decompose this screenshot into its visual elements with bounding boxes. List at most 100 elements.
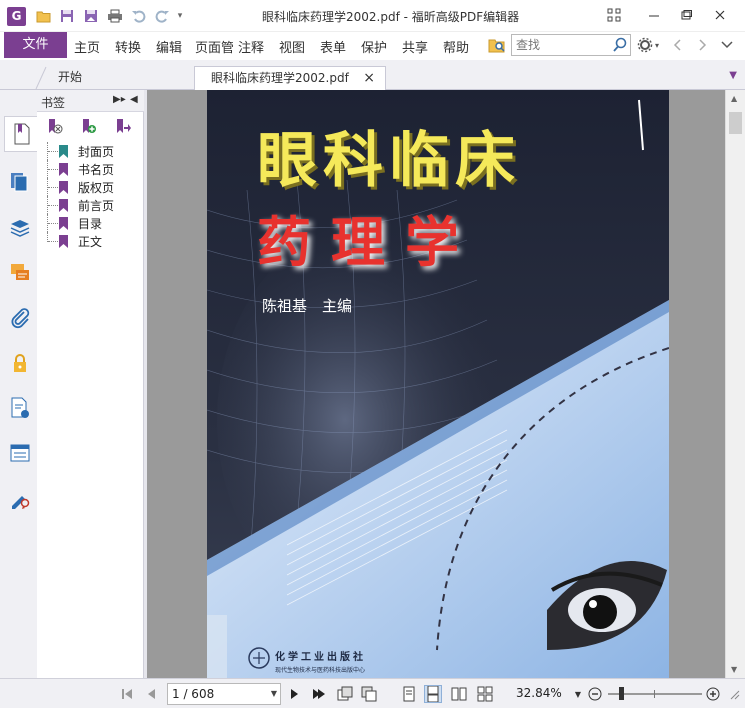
cover-title-line1: 眼科临床 xyxy=(257,126,521,196)
cover-title-line2: 药理学 xyxy=(257,211,479,274)
tab-share[interactable]: 共享 xyxy=(402,37,428,56)
resize-grip-icon[interactable] xyxy=(725,685,743,703)
redo-icon[interactable] xyxy=(153,7,171,25)
undo-icon[interactable] xyxy=(130,7,148,25)
navigation-rail xyxy=(0,90,39,678)
pdf-page[interactable]: 眼科临床 药理学 陈祖基 主编 化学工业出版社 现代生物技术与医药科技出版中心 xyxy=(207,90,669,678)
zoom-out-icon[interactable] xyxy=(586,685,604,703)
previous-view-icon[interactable] xyxy=(336,685,354,703)
tab-protect[interactable]: 保护 xyxy=(361,37,387,56)
zoom-in-icon[interactable] xyxy=(704,685,722,703)
layout-grid-icon[interactable] xyxy=(600,4,628,26)
customize-toolbar-icon[interactable]: ▾ xyxy=(174,7,186,25)
bookmark-item[interactable]: 前言页 xyxy=(47,196,114,214)
tab-form[interactable]: 表单 xyxy=(320,37,346,56)
tab-list-dropdown-icon[interactable]: ▼ xyxy=(729,70,737,81)
search-input[interactable] xyxy=(512,35,610,55)
tab-document[interactable]: 眼科临床药理学2002.pdf × xyxy=(194,66,386,90)
tab-document-label: 眼科临床药理学2002.pdf xyxy=(211,71,349,85)
cover-author: 陈祖基 主编 xyxy=(262,297,353,315)
open-folder-icon[interactable] xyxy=(35,7,53,25)
page-number-input[interactable] xyxy=(168,684,264,704)
previous-page-icon[interactable] xyxy=(142,685,160,703)
file-tab[interactable]: 文件 xyxy=(4,32,67,58)
bookmark-panel-header: 书签 ▶▸ ◀ xyxy=(37,90,144,112)
restore-button[interactable] xyxy=(672,4,700,26)
bookmark-panel: 书签 ▶▸ ◀ 封面页 书名页 版权页 前言页 目录 正文 xyxy=(37,90,144,678)
zoom-dropdown-icon[interactable]: ▼ xyxy=(572,685,584,703)
bookmark-item[interactable]: 版权页 xyxy=(47,178,114,196)
bookmark-label: 版权页 xyxy=(78,180,115,195)
tab-comment[interactable]: 注释 xyxy=(238,37,264,56)
form-fields-panel-icon[interactable] xyxy=(4,435,36,471)
bookmark-flag-icon xyxy=(59,180,68,194)
gear-dropdown-icon[interactable]: ▾ xyxy=(652,36,662,54)
find-folder-icon[interactable] xyxy=(488,36,506,54)
first-page-icon[interactable] xyxy=(118,685,136,703)
bookmark-tree: 封面页 书名页 版权页 前言页 目录 正文 xyxy=(47,142,114,250)
scroll-up-icon[interactable]: ▲ xyxy=(731,94,737,103)
next-page-icon[interactable] xyxy=(286,685,304,703)
close-tab-icon[interactable]: × xyxy=(363,67,375,89)
bookmark-panel-title: 书签 xyxy=(41,96,66,110)
document-properties-icon[interactable] xyxy=(4,390,36,426)
app-logo-icon[interactable]: G xyxy=(7,7,26,26)
print-icon[interactable] xyxy=(106,7,124,25)
zoom-slider-handle[interactable] xyxy=(619,687,624,700)
bookmark-item[interactable]: 正文 xyxy=(47,232,114,250)
comments-panel-icon[interactable] xyxy=(4,255,36,291)
next-view-icon[interactable] xyxy=(360,685,378,703)
chevron-right-icon[interactable] xyxy=(694,36,712,54)
ribbon-collapse-icon[interactable] xyxy=(718,36,736,54)
tab-page-management[interactable]: 页面管 xyxy=(195,37,233,56)
bookmark-label: 书名页 xyxy=(78,162,115,177)
vertical-scrollbar[interactable]: ▲ ▼ xyxy=(725,90,745,678)
security-panel-icon[interactable] xyxy=(4,345,36,381)
tab-start[interactable]: 开始 xyxy=(42,66,192,90)
move-bookmark-icon[interactable] xyxy=(115,118,133,136)
continuous-facing-view-icon[interactable] xyxy=(476,685,494,703)
layers-panel-icon[interactable] xyxy=(4,210,36,246)
tab-home[interactable]: 主页 xyxy=(74,37,100,56)
document-view[interactable]: 眼科临床 药理学 陈祖基 主编 化学工业出版社 现代生物技术与医药科技出版中心 xyxy=(147,90,725,678)
search-field xyxy=(511,34,631,56)
minimize-button[interactable] xyxy=(640,4,668,26)
tab-help[interactable]: 帮助 xyxy=(443,37,469,56)
bookmark-item[interactable]: 目录 xyxy=(47,214,114,232)
collapse-panel-icon[interactable]: ◀ xyxy=(130,94,138,105)
signature-panel-icon[interactable] xyxy=(4,480,36,516)
scroll-down-icon[interactable]: ▼ xyxy=(731,665,737,674)
bookmark-label: 前言页 xyxy=(78,198,115,213)
scroll-thumb[interactable] xyxy=(729,112,742,134)
bookmark-label: 封面页 xyxy=(78,144,115,159)
chevron-left-icon[interactable] xyxy=(668,36,686,54)
search-icon[interactable] xyxy=(612,37,628,53)
attachments-panel-icon[interactable] xyxy=(4,300,36,336)
single-page-view-icon[interactable] xyxy=(400,685,418,703)
bookmark-flag-icon xyxy=(59,234,68,248)
close-window-button[interactable] xyxy=(706,4,734,26)
continuous-view-icon[interactable] xyxy=(424,685,442,703)
last-page-icon[interactable] xyxy=(310,685,328,703)
bookmark-item[interactable]: 封面页 xyxy=(47,142,114,160)
pages-panel-icon[interactable] xyxy=(4,164,36,200)
cover-publisher: 化学工业出版社 xyxy=(275,652,366,663)
zoom-level[interactable]: 32.84% xyxy=(516,686,562,700)
save-as-icon[interactable] xyxy=(82,7,100,25)
bookmark-item[interactable]: 书名页 xyxy=(47,160,114,178)
window-title: 眼科临床药理学2002.pdf - 福昕高级PDF编辑器 xyxy=(262,10,520,24)
bookmarks-panel-icon[interactable] xyxy=(4,116,39,152)
document-tab-bar: 开始 眼科临床药理学2002.pdf × xyxy=(0,60,745,90)
delete-bookmark-icon[interactable] xyxy=(47,118,65,136)
panel-options-icon[interactable]: ▶▸ xyxy=(113,94,126,105)
tab-view[interactable]: 视图 xyxy=(279,37,305,56)
add-bookmark-icon[interactable] xyxy=(81,118,99,136)
bookmark-label: 正文 xyxy=(78,234,103,249)
tab-edit[interactable]: 编辑 xyxy=(156,37,182,56)
tab-convert[interactable]: 转换 xyxy=(115,37,141,56)
page-dropdown-icon[interactable]: ▼ xyxy=(271,689,277,698)
facing-view-icon[interactable] xyxy=(450,685,468,703)
save-icon[interactable] xyxy=(58,7,76,25)
bookmark-flag-icon xyxy=(59,216,68,230)
ribbon-tab-bar: 文件 主页 转换 编辑 页面管 注释 视图 表单 保护 共享 帮助 xyxy=(0,32,745,60)
